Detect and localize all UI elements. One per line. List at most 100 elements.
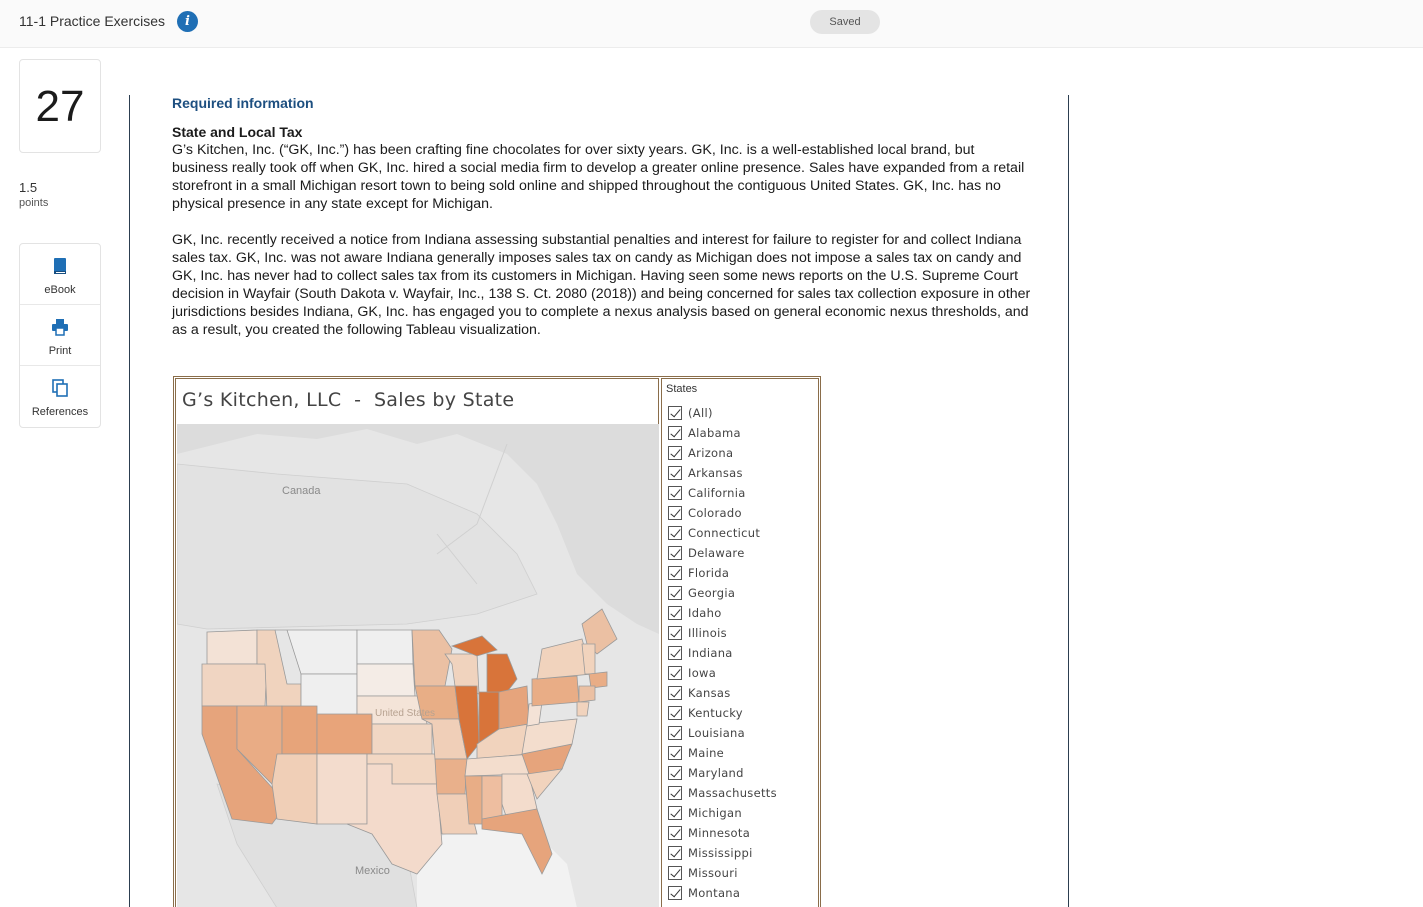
checkbox-checked-icon[interactable] bbox=[668, 446, 682, 460]
ebook-button[interactable]: eBook bbox=[20, 244, 100, 305]
state-filter-label: Florida bbox=[688, 566, 730, 580]
tool-panel: eBook Print References bbox=[19, 243, 101, 428]
checkbox-checked-icon[interactable] bbox=[668, 426, 682, 440]
checkbox-checked-icon[interactable] bbox=[668, 566, 682, 580]
info-icon[interactable]: i bbox=[177, 11, 198, 32]
state-filter-label: Michigan bbox=[688, 806, 742, 820]
checkbox-checked-icon[interactable] bbox=[668, 846, 682, 860]
filter-title: States bbox=[666, 383, 698, 395]
checkbox-checked-icon[interactable] bbox=[668, 766, 682, 780]
checkbox-checked-icon[interactable] bbox=[668, 806, 682, 820]
state-kansas bbox=[371, 723, 433, 755]
section-subheading: State and Local Tax bbox=[172, 124, 303, 140]
state-filter-item[interactable]: Idaho bbox=[668, 603, 777, 623]
state-filter-item[interactable]: Kentucky bbox=[668, 703, 777, 723]
checkbox-checked-icon[interactable] bbox=[668, 486, 682, 500]
state-filter-item[interactable]: Arizona bbox=[668, 443, 777, 463]
checkbox-checked-icon[interactable] bbox=[668, 626, 682, 640]
state-colorado bbox=[316, 713, 373, 755]
content-right-border bbox=[1068, 95, 1069, 907]
sales-map[interactable]: Canada Mexico United States bbox=[177, 424, 659, 907]
checkbox-checked-icon[interactable] bbox=[668, 786, 682, 800]
print-button[interactable]: Print bbox=[20, 305, 100, 366]
map-svg: Canada Mexico United States bbox=[177, 424, 659, 907]
state-filter-item[interactable]: Montana bbox=[668, 883, 777, 903]
state-filter-item[interactable]: Louisiana bbox=[668, 723, 777, 743]
required-info-heading: Required information bbox=[172, 95, 314, 111]
states-list: (All) Alabama Arizona Arkansas California Col… bbox=[668, 403, 777, 903]
state-filter-item[interactable]: California bbox=[668, 483, 777, 503]
points-value: 1.5 bbox=[19, 180, 38, 195]
checkbox-checked-icon[interactable] bbox=[668, 866, 682, 880]
state-connecticut bbox=[578, 685, 596, 703]
state-filter-item[interactable]: Massachusetts bbox=[668, 783, 777, 803]
state-arizona bbox=[271, 753, 318, 825]
canada-label: Canada bbox=[282, 485, 321, 497]
checkbox-checked-icon[interactable] bbox=[668, 706, 682, 720]
viz-map-panel: G’s Kitchen, LLC - Sales by State Canada… bbox=[175, 378, 659, 907]
checkbox-checked-icon[interactable] bbox=[668, 886, 682, 900]
state-alabama bbox=[481, 775, 503, 820]
paragraph-1: G’s Kitchen, Inc. (“GK, Inc.”) has been … bbox=[172, 142, 1025, 212]
state-filter-item[interactable]: Connecticut bbox=[668, 523, 777, 543]
state-pennsylvania bbox=[531, 675, 580, 707]
state-filter-item[interactable]: Arkansas bbox=[668, 463, 777, 483]
state-filter-item[interactable]: Indiana bbox=[668, 643, 777, 663]
state-filter-label: Maryland bbox=[688, 766, 744, 780]
state-filter-label: Alabama bbox=[688, 426, 741, 440]
state-oregon bbox=[201, 663, 268, 707]
state-filter-label: Massachusetts bbox=[688, 786, 777, 800]
state-new-jersey bbox=[576, 701, 590, 717]
checkbox-checked-icon[interactable] bbox=[668, 726, 682, 740]
state-filter-item[interactable]: Maryland bbox=[668, 763, 777, 783]
state-arkansas bbox=[434, 758, 468, 795]
print-label: Print bbox=[48, 345, 72, 357]
state-filter-item[interactable]: Florida bbox=[668, 563, 777, 583]
mexico-label: Mexico bbox=[355, 865, 390, 877]
state-filter-item[interactable]: Colorado bbox=[668, 503, 777, 523]
state-filter-label: Indiana bbox=[688, 646, 733, 660]
state-filter-item[interactable]: Delaware bbox=[668, 543, 777, 563]
state-filter-item[interactable]: Iowa bbox=[668, 663, 777, 683]
state-filter-label: Iowa bbox=[688, 666, 717, 680]
state-filter-label: Louisiana bbox=[688, 726, 745, 740]
references-button[interactable]: References bbox=[20, 366, 100, 427]
checkbox-checked-icon[interactable] bbox=[668, 406, 682, 420]
state-filter-item[interactable]: Alabama bbox=[668, 423, 777, 443]
state-filter-item[interactable]: (All) bbox=[668, 403, 777, 423]
checkbox-checked-icon[interactable] bbox=[668, 746, 682, 760]
checkbox-checked-icon[interactable] bbox=[668, 606, 682, 620]
checkbox-checked-icon[interactable] bbox=[668, 506, 682, 520]
content-left-border bbox=[129, 95, 130, 907]
state-filter-item[interactable]: Michigan bbox=[668, 803, 777, 823]
checkbox-checked-icon[interactable] bbox=[668, 546, 682, 560]
state-filter-item[interactable]: Illinois bbox=[668, 623, 777, 643]
references-label: References bbox=[31, 406, 89, 418]
state-filter-label: Illinois bbox=[688, 626, 727, 640]
states-filter-panel: States (All) Alabama Arizona Arkansas Califo… bbox=[661, 378, 819, 907]
state-filter-label: Mississippi bbox=[688, 846, 753, 860]
state-filter-item[interactable]: Missouri bbox=[668, 863, 777, 883]
state-filter-item[interactable]: Mississippi bbox=[668, 843, 777, 863]
top-bar: 11-1 Practice Exercises i Saved bbox=[0, 0, 1423, 48]
checkbox-checked-icon[interactable] bbox=[668, 466, 682, 480]
state-filter-item[interactable]: Minnesota bbox=[668, 823, 777, 843]
tableau-viz[interactable]: G’s Kitchen, LLC - Sales by State Canada… bbox=[173, 376, 821, 907]
state-ohio bbox=[498, 685, 530, 730]
checkbox-checked-icon[interactable] bbox=[668, 586, 682, 600]
state-filter-item[interactable]: Maine bbox=[668, 743, 777, 763]
checkbox-checked-icon[interactable] bbox=[668, 526, 682, 540]
us-label: United States bbox=[375, 708, 435, 719]
state-north-dakota bbox=[356, 629, 414, 665]
viz-title: G’s Kitchen, LLC - Sales by State bbox=[182, 389, 515, 411]
state-filter-item[interactable]: Kansas bbox=[668, 683, 777, 703]
state-filter-item[interactable]: Georgia bbox=[668, 583, 777, 603]
paragraph-2: GK, Inc. recently received a notice from… bbox=[172, 232, 1031, 338]
checkbox-checked-icon[interactable] bbox=[668, 826, 682, 840]
checkbox-checked-icon[interactable] bbox=[668, 686, 682, 700]
question-content: Required information State and Local Tax… bbox=[172, 95, 1032, 339]
state-filter-label: Idaho bbox=[688, 606, 722, 620]
checkbox-checked-icon[interactable] bbox=[668, 646, 682, 660]
book-icon bbox=[54, 258, 66, 274]
checkbox-checked-icon[interactable] bbox=[668, 666, 682, 680]
